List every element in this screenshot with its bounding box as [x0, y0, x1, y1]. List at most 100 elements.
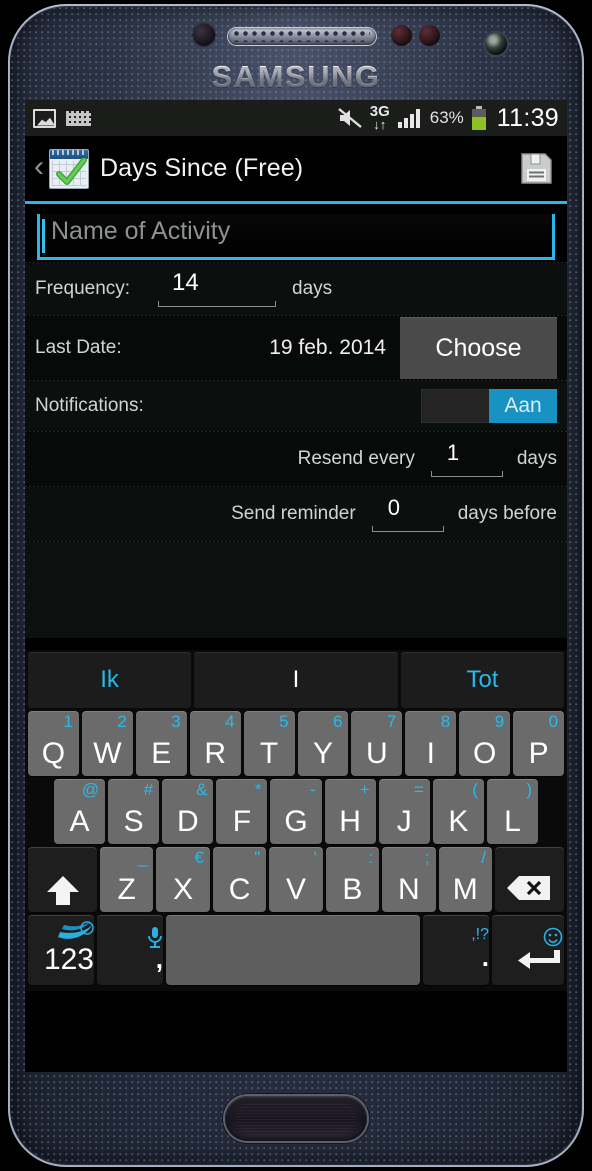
- keyboard-row-3: _ Z € X " C ' V : B ; N / M: [28, 847, 564, 912]
- key-alt-label: 3: [171, 712, 181, 731]
- key-label: S: [123, 805, 144, 838]
- input-underline: [158, 301, 277, 307]
- save-floppy-icon[interactable]: [520, 152, 553, 185]
- key-w[interactable]: 2 W: [81, 711, 133, 776]
- key-alt-label: ': [313, 848, 317, 867]
- reminder-input[interactable]: 0: [371, 495, 444, 532]
- suggestion-chip-current[interactable]: I: [194, 652, 398, 708]
- earpiece-speaker: [228, 28, 376, 45]
- key-alt-label: 4: [225, 712, 235, 731]
- form-empty-space: [25, 542, 567, 638]
- suggestion-chip[interactable]: Tot: [400, 652, 564, 708]
- shift-arrow-icon[interactable]: [28, 847, 97, 912]
- numeric-mode-key[interactable]: 123: [28, 915, 94, 985]
- key-x[interactable]: € X: [156, 847, 210, 912]
- input-underline: [371, 526, 444, 532]
- key-alt-label: 5: [279, 712, 289, 731]
- key-u[interactable]: 7 U: [351, 711, 403, 776]
- key-k[interactable]: ( K: [432, 779, 484, 844]
- resend-label: Resend every: [297, 448, 415, 469]
- notifications-label: Notifications:: [35, 395, 144, 416]
- input-underline: [430, 471, 503, 477]
- key-i[interactable]: 8 I: [405, 711, 457, 776]
- key-label: L: [504, 805, 521, 838]
- activity-form: Name of Activity Frequency: 14 days Last…: [25, 204, 567, 650]
- key-label: D: [176, 805, 199, 838]
- reminder-unit-label: days before: [457, 503, 557, 524]
- frequency-input[interactable]: 14: [158, 269, 277, 307]
- key-s[interactable]: # S: [108, 779, 160, 844]
- text-caret: [42, 219, 45, 253]
- key-alt-label: 6: [332, 712, 343, 731]
- key-e[interactable]: 3 E: [135, 711, 187, 776]
- key-label: A: [69, 805, 90, 838]
- home-button[interactable]: [225, 1096, 367, 1141]
- key-label: F: [232, 805, 252, 838]
- key-alt-label: =: [413, 780, 424, 799]
- back-chevron-icon[interactable]: ‹: [31, 151, 47, 186]
- last-date-value: 19 feb. 2014: [269, 336, 386, 359]
- onscreen-keyboard: Ik I Tot 1 Q 2 W 3 E 4 R 5 T 6 Y 7 U 8 I…: [25, 650, 567, 991]
- keyboard-row-1: 1 Q 2 W 3 E 4 R 5 T 6 Y 7 U 8 I 9 O 0 P: [28, 711, 565, 776]
- key-h[interactable]: + H: [324, 779, 376, 844]
- numeric-key-label: 123: [43, 943, 94, 976]
- key-b[interactable]: : B: [325, 847, 380, 912]
- reminder-label: Send reminder: [231, 503, 356, 524]
- key-y[interactable]: 6 Y: [297, 711, 349, 776]
- keyboard-icon: [66, 110, 91, 126]
- key-label: M: [452, 873, 478, 906]
- resend-row: Resend every 1 days: [25, 432, 567, 486]
- backspace-icon[interactable]: [494, 847, 564, 912]
- front-camera-icon: [485, 33, 507, 55]
- key-t[interactable]: 5 T: [243, 711, 295, 776]
- key-alt-label: _: [137, 848, 148, 867]
- device-brand-logo: SAMSUNG: [8, 59, 584, 95]
- key-m[interactable]: / M: [438, 847, 492, 912]
- key-label: H: [339, 805, 361, 838]
- key-g[interactable]: - G: [270, 779, 322, 844]
- suggestion-bar: Ik I Tot: [28, 652, 564, 708]
- key-p[interactable]: 0 P: [513, 711, 565, 776]
- key-n[interactable]: ; N: [382, 847, 436, 912]
- key-f[interactable]: * F: [216, 779, 268, 844]
- resend-unit-label: days: [516, 448, 557, 469]
- key-label: V: [285, 873, 306, 906]
- key-l[interactable]: ) L: [486, 779, 538, 844]
- key-alt-label: ": [254, 848, 261, 867]
- key-label: O: [473, 737, 497, 770]
- key-o[interactable]: 9 O: [459, 711, 511, 776]
- key-c[interactable]: " C: [212, 847, 267, 912]
- key-label: C: [228, 873, 251, 906]
- key-q[interactable]: 1 Q: [28, 711, 79, 776]
- frequency-row: Frequency: 14 days: [25, 263, 567, 315]
- key-alt-label: (: [472, 780, 478, 799]
- resend-input[interactable]: 1: [430, 440, 503, 477]
- period-key[interactable]: ,!? .: [423, 915, 489, 985]
- key-z[interactable]: _ Z: [100, 847, 154, 912]
- key-j[interactable]: = J: [378, 779, 430, 844]
- key-r[interactable]: 4 R: [189, 711, 241, 776]
- key-d[interactable]: & D: [162, 779, 214, 844]
- suggestion-chip[interactable]: Ik: [28, 652, 192, 708]
- key-alt-label: 8: [440, 712, 451, 731]
- key-label: R: [204, 737, 226, 770]
- activity-name-input[interactable]: Name of Activity: [37, 214, 555, 260]
- key-label: E: [151, 737, 172, 770]
- network-type-icon: 3G ↓↑: [369, 103, 390, 132]
- key-alt-label: ;: [424, 848, 430, 867]
- key-label: J: [396, 805, 412, 838]
- key-alt-label: 1: [63, 712, 73, 731]
- enter-arrow-icon: [518, 949, 560, 969]
- keyboard-row-4: 123 , ,!? .: [28, 915, 564, 985]
- smiley-icon: [543, 927, 563, 946]
- notifications-toggle[interactable]: Aan: [421, 389, 557, 423]
- choose-date-button[interactable]: Choose: [400, 317, 557, 379]
- space-key[interactable]: [166, 915, 420, 985]
- keyboard-row-2: @ A # S & D * F - G + H = J (K) L: [28, 779, 564, 844]
- key-v[interactable]: ' V: [269, 847, 323, 912]
- key-alt-label: 2: [117, 712, 127, 731]
- comma-key[interactable]: ,: [97, 915, 163, 985]
- key-alt-label: €: [194, 848, 204, 867]
- enter-key[interactable]: [492, 915, 564, 985]
- key-a[interactable]: @ A: [54, 779, 106, 844]
